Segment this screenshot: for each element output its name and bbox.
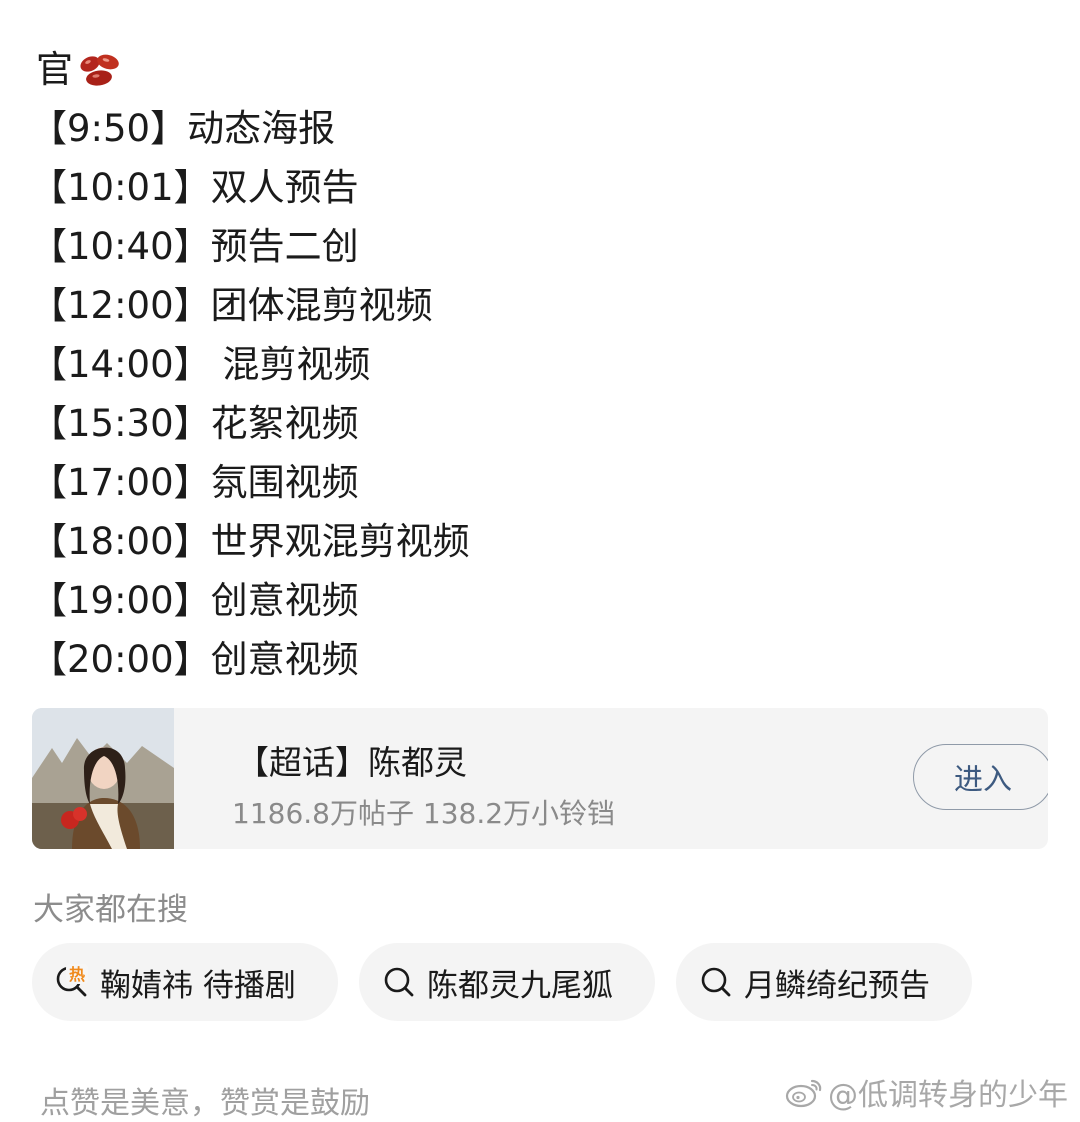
hot-search-icon: 热	[56, 964, 88, 997]
schedule-line: 【10:01】双人预告	[30, 166, 359, 209]
topic-title: 【超话】陈都灵	[236, 743, 467, 782]
topic-avatar	[32, 708, 174, 849]
schedule-line: 【15:30】花絮视频	[30, 402, 359, 445]
post-body: 官 【9:50】动态海报 【10:01】双人预告 【10:40】预告二创 【12…	[30, 40, 1036, 689]
search-icon	[384, 967, 414, 997]
schedule-line: 【9:50】动态海报	[30, 107, 336, 150]
schedule-line: 【14:00】 混剪视频	[30, 343, 371, 386]
post-first-line-text: 官	[36, 48, 73, 91]
super-topic-card[interactable]: 【超话】陈都灵 1186.8万帖子 138.2万小铃铛 进入	[32, 708, 1048, 849]
search-chip[interactable]: 热 鞠婧祎 待播剧	[32, 943, 338, 1021]
post-first-line: 官	[36, 40, 1036, 99]
schedule-line: 【19:00】创意视频	[30, 579, 359, 622]
schedule-line: 【17:00】氛围视频	[30, 461, 359, 504]
watermark-text: @低调转身的少年	[828, 1078, 1068, 1113]
schedule-line: 【20:00】创意视频	[30, 638, 359, 681]
red-beans-icon	[80, 54, 119, 86]
reward-footer-text: 点赞是美意，赞赏是鼓励	[40, 1086, 370, 1121]
search-chip[interactable]: 月鳞绮纪预告	[676, 943, 972, 1021]
schedule-line: 【18:00】世界观混剪视频	[30, 520, 470, 563]
search-heading: 大家都在搜	[33, 892, 188, 928]
enter-button[interactable]: 进入	[913, 744, 1048, 810]
weibo-logo-icon	[785, 1079, 822, 1108]
search-chip-label: 鞠婧祎 待播剧	[100, 967, 296, 1004]
topic-stats: 1186.8万帖子 138.2万小铃铛	[232, 797, 616, 830]
topic-avatar-image	[32, 708, 174, 849]
schedule-line: 【12:00】团体混剪视频	[30, 284, 433, 327]
schedule-line: 【10:40】预告二创	[30, 225, 359, 268]
search-chip-label: 月鳞绮纪预告	[744, 967, 930, 1004]
search-icon	[701, 967, 731, 997]
search-chip[interactable]: 陈都灵九尾狐	[359, 943, 655, 1021]
watermark: @低调转身的少年	[784, 1070, 1068, 1114]
search-chip-label: 陈都灵九尾狐	[427, 967, 613, 1004]
svg-text:热: 热	[69, 965, 85, 984]
